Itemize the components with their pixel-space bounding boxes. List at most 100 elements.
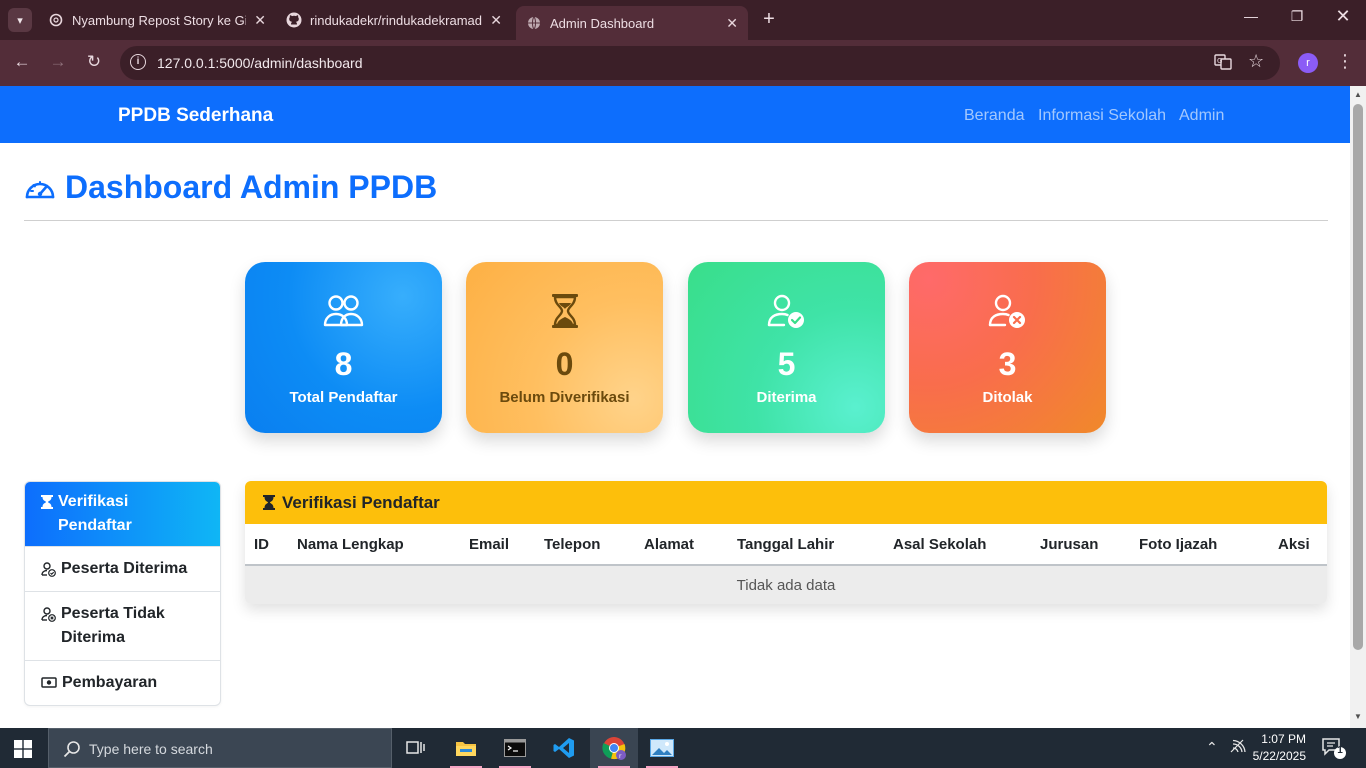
url-text[interactable]: 127.0.0.1:5000/admin/dashboard: [157, 55, 363, 71]
openai-favicon-icon: [48, 12, 64, 28]
browser-tab-2[interactable]: rindukadekr/rindukadekramadhani ✕: [276, 6, 512, 34]
windows-start-icon[interactable]: [14, 740, 32, 763]
column-header[interactable]: Tanggal Lahir: [737, 524, 893, 566]
nav-link-beranda[interactable]: Beranda: [964, 107, 1025, 125]
scroll-down-arrow-icon[interactable]: ▼: [1354, 712, 1362, 721]
page-viewport: PPDB Sederhana Beranda Informasi Sekolah…: [0, 86, 1350, 728]
forward-arrow-icon[interactable]: →: [46, 52, 70, 72]
browser-tab-strip: ▾ Nyambung Repost Story ke GitHub ✕ rind…: [0, 0, 1366, 40]
notification-count-badge: 1: [1337, 745, 1343, 756]
nav-link-informasi-sekolah[interactable]: Informasi Sekolah: [1038, 107, 1166, 125]
sidebar-item-peserta-diterima[interactable]: Peserta Diterima: [25, 546, 220, 591]
show-hidden-icons-icon[interactable]: ⌃: [1206, 739, 1218, 756]
windows-taskbar: Type here to search r ⌃ 1:07 PM 5/22/202…: [0, 728, 1366, 768]
new-tab-button[interactable]: +: [758, 8, 780, 30]
profile-avatar[interactable]: r: [1298, 53, 1318, 73]
browser-toolbar: ← → ↻ i 127.0.0.1:5000/admin/dashboard G…: [0, 40, 1366, 86]
column-header[interactable]: Email: [469, 524, 544, 566]
page-title: Dashboard Admin PPDB: [24, 169, 437, 206]
chrome-icon[interactable]: r: [590, 728, 638, 768]
hourglass-icon: [552, 294, 578, 328]
bookmark-star-icon[interactable]: ☆: [1248, 51, 1264, 72]
taskbar-search-box[interactable]: Type here to search: [48, 728, 392, 768]
address-bar[interactable]: i 127.0.0.1:5000/admin/dashboard G ☆: [120, 46, 1280, 80]
page-scrollbar[interactable]: ▲ ▼: [1350, 86, 1366, 728]
search-placeholder: Type here to search: [89, 741, 213, 757]
vscode-icon[interactable]: [540, 728, 588, 768]
speedometer-icon: [25, 180, 55, 198]
browser-menu-icon[interactable]: ⋮: [1336, 51, 1354, 72]
system-clock[interactable]: 1:07 PM 5/22/2025: [1252, 731, 1306, 765]
column-header[interactable]: Jurusan: [1040, 524, 1139, 566]
restore-window-icon[interactable]: ❐: [1274, 8, 1320, 25]
close-tab-icon[interactable]: ✕: [490, 12, 502, 29]
stat-value: 8: [334, 346, 353, 382]
tab-title: rindukadekr/rindukadekramadhani: [310, 12, 482, 28]
browser-tab-1[interactable]: Nyambung Repost Story ke GitHub ✕: [38, 6, 276, 34]
scroll-up-arrow-icon[interactable]: ▲: [1354, 90, 1362, 99]
sidebar-item-pembayaran[interactable]: Pembayaran: [25, 660, 220, 705]
people-icon: [323, 295, 364, 327]
hourglass-icon: [41, 495, 53, 509]
person-x-icon: [988, 294, 1025, 328]
reload-icon[interactable]: ↻: [82, 52, 106, 72]
table-header-row: ID Nama Lengkap Email Telepon Alamat Tan…: [245, 524, 1327, 566]
sidebar-item-label: Peserta Diterima: [61, 560, 188, 577]
site-info-icon[interactable]: i: [130, 54, 146, 70]
stat-value: 0: [555, 346, 574, 382]
translate-icon[interactable]: G: [1214, 53, 1232, 76]
site-brand[interactable]: PPDB Sederhana: [118, 105, 273, 127]
stat-value: 5: [777, 346, 796, 382]
minimize-window-icon[interactable]: —: [1228, 8, 1274, 24]
panel-title: Verifikasi Pendaftar: [282, 492, 440, 512]
person-check-icon: [41, 562, 56, 577]
tab-title: Admin Dashboard: [550, 15, 655, 31]
photos-icon[interactable]: [638, 728, 686, 768]
column-header[interactable]: Foto Ijazah: [1139, 524, 1278, 566]
column-header[interactable]: Nama Lengkap: [297, 524, 469, 566]
scroll-thumb[interactable]: [1353, 104, 1363, 650]
person-x-icon: [41, 607, 56, 622]
file-explorer-icon[interactable]: [442, 728, 490, 768]
stat-label: Diterima: [756, 389, 817, 406]
tab-search-dropdown[interactable]: ▾: [8, 8, 32, 32]
close-window-icon[interactable]: ✕: [1320, 6, 1366, 27]
network-icon[interactable]: [1230, 739, 1246, 756]
verifikasi-panel: Verifikasi Pendaftar ID Nama Lengkap Ema…: [245, 481, 1327, 604]
sidebar-item-label: Pembayaran: [62, 674, 158, 691]
stat-card-belum-diverifikasi: 0 Belum Diverifikasi: [466, 262, 663, 433]
search-icon: [63, 741, 80, 758]
panel-header: Verifikasi Pendaftar: [245, 481, 1327, 524]
stat-value: 3: [998, 346, 1017, 382]
back-arrow-icon[interactable]: ←: [10, 52, 34, 72]
tab-title: Nyambung Repost Story ke GitHub: [72, 12, 246, 28]
sidebar-item-verifikasi-pendaftar[interactable]: Verifikasi Pendaftar: [25, 482, 220, 546]
stat-card-diterima: 5 Diterima: [688, 262, 885, 433]
column-header[interactable]: Alamat: [644, 524, 737, 566]
cash-icon: [41, 677, 57, 688]
svg-text:G: G: [1217, 57, 1222, 65]
column-header[interactable]: ID: [245, 524, 297, 566]
github-favicon-icon: [286, 12, 302, 28]
terminal-icon[interactable]: [491, 728, 539, 768]
stat-label: Total Pendaftar: [289, 389, 398, 406]
task-view-icon[interactable]: [392, 728, 440, 768]
globe-favicon-icon: [526, 15, 542, 31]
browser-tab-3-active[interactable]: Admin Dashboard ✕: [516, 6, 748, 40]
sidebar-item-peserta-tidak-diterima[interactable]: Peserta Tidak Diterima: [25, 591, 220, 660]
close-tab-icon[interactable]: ✕: [254, 12, 266, 29]
column-header[interactable]: Asal Sekolah: [893, 524, 1040, 566]
hourglass-icon: [263, 495, 275, 510]
site-navbar: PPDB Sederhana Beranda Informasi Sekolah…: [0, 86, 1350, 143]
stat-card-total-pendaftar: 8 Total Pendaftar: [245, 262, 442, 433]
title-divider: [24, 220, 1328, 221]
stat-card-ditolak: 3 Ditolak: [909, 262, 1106, 433]
sidebar-item-label: Peserta Tidak Diterima: [61, 605, 165, 646]
column-header[interactable]: Telepon: [544, 524, 644, 566]
column-header[interactable]: Aksi: [1278, 524, 1327, 566]
nav-link-admin[interactable]: Admin: [1179, 107, 1224, 125]
notification-center-icon[interactable]: 1: [1322, 738, 1346, 765]
close-tab-icon[interactable]: ✕: [726, 15, 738, 32]
table-row: Tidak ada data: [245, 565, 1327, 604]
stat-label: Belum Diverifikasi: [499, 389, 630, 406]
